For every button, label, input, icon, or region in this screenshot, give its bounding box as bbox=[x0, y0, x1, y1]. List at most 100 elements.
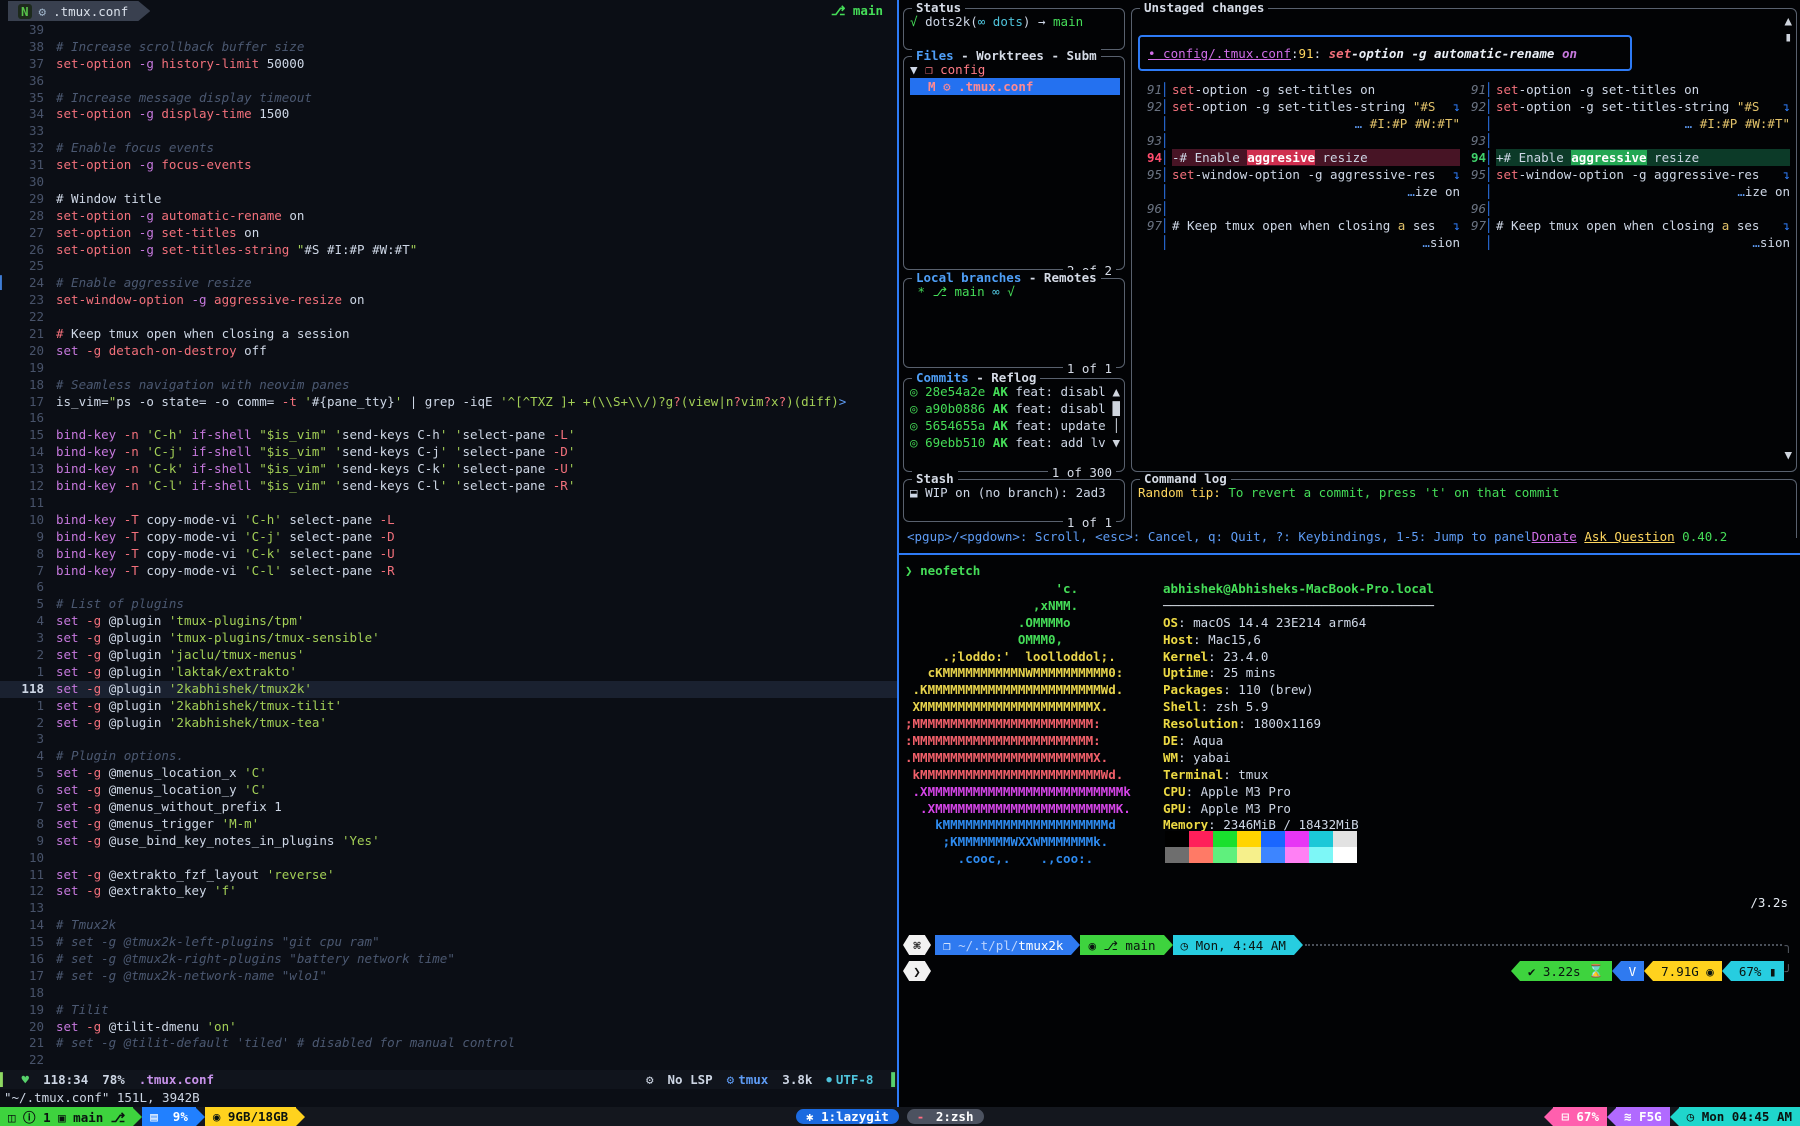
nvim-pane[interactable]: N ⚙ .tmux.conf ⎇ main 39 38# Increase sc… bbox=[0, 0, 897, 1107]
editor-line[interactable]: 5# List of plugins bbox=[0, 596, 897, 613]
editor-lines[interactable]: 39 38# Increase scrollback buffer size 3… bbox=[0, 22, 897, 1069]
editor-line[interactable]: 16# set -g @tmux2k-right-plugins "batter… bbox=[0, 951, 897, 968]
editor-line[interactable]: 10bind-key -T copy-mode-vi 'C-h' select-… bbox=[0, 512, 897, 529]
list-item[interactable]: ▼ ❐ config bbox=[910, 61, 1120, 78]
editor-line[interactable]: 118set -g @plugin '2kabhishek/tmux2k' bbox=[0, 681, 897, 698]
editor-line[interactable]: 14# Tmux2k bbox=[0, 917, 897, 934]
editor-line[interactable]: 26set-option -g set-titles-string "#S #I… bbox=[0, 242, 897, 259]
editor-line[interactable]: 8bind-key -T copy-mode-vi 'C-k' select-p… bbox=[0, 546, 897, 563]
editor-line[interactable]: 15bind-key -n 'C-h' if-shell "$is_vim" '… bbox=[0, 427, 897, 444]
editor-line[interactable]: 7set -g @menus_without_prefix 1 bbox=[0, 799, 897, 816]
editor-line[interactable]: 32# Enable focus events bbox=[0, 140, 897, 157]
editor-line[interactable]: 1set -g @plugin '2kabhishek/tmux-tilit' bbox=[0, 698, 897, 715]
lazygit-keybindings-bar[interactable]: <pgup>/<pgdown>: Scroll, <esc>: Cancel, … bbox=[907, 529, 1795, 544]
scroll-down-arrow[interactable]: ▼ bbox=[1784, 447, 1792, 462]
list-item[interactable]: ◎ a90b0886 AK feat: disabl█ bbox=[910, 400, 1120, 417]
editor-line[interactable]: 18# Seamless navigation with neovim pane… bbox=[0, 377, 897, 394]
editor-line[interactable]: 17is_vim="ps -o state= -o comm= -t '#{pa… bbox=[0, 394, 897, 411]
editor-line[interactable]: 13bind-key -n 'C-k' if-shell "$is_vim" '… bbox=[0, 461, 897, 478]
lazygit-unstaged-panel[interactable]: Unstaged changes • config/.tmux.conf:91:… bbox=[1131, 8, 1797, 472]
buffer-tab[interactable]: N ⚙ .tmux.conf bbox=[8, 1, 150, 21]
editor-line[interactable]: 18 bbox=[0, 985, 897, 1002]
list-item[interactable]: * ⎇ main ∞ √ bbox=[910, 283, 1120, 300]
editor-line[interactable]: 35# Increase message display timeout bbox=[0, 90, 897, 107]
list-item[interactable]: ◎ 28e54a2e AK feat: disabl▲ bbox=[910, 383, 1120, 400]
editor-line[interactable]: 8set -g @menus_trigger 'M-m' bbox=[0, 816, 897, 833]
editor-line[interactable]: 39 bbox=[0, 22, 897, 39]
palette-swatch bbox=[1213, 831, 1237, 847]
editor-line[interactable]: 25 bbox=[0, 258, 897, 275]
editor-line[interactable]: 10 bbox=[0, 850, 897, 867]
scrollbar-glyph[interactable]: ▲ bbox=[1110, 383, 1120, 400]
editor-line[interactable]: 4# Plugin options. bbox=[0, 748, 897, 765]
editor-line[interactable]: 2set -g @plugin 'jaclu/tmux-menus' bbox=[0, 647, 897, 664]
lazygit-stash-panel[interactable]: Stash ⬓ WIP on (no branch): 2ad3 1 of 1 bbox=[903, 479, 1125, 522]
editor-line[interactable]: 27set-option -g set-titles on bbox=[0, 225, 897, 242]
lazygit-pane[interactable]: Status √ dots2k(∞ dots) → main Files - W… bbox=[899, 0, 1800, 553]
editor-line[interactable]: 19 bbox=[0, 360, 897, 377]
editor-line[interactable]: 12set -g @extrakto_key 'f' bbox=[0, 883, 897, 900]
editor-line[interactable]: 1set -g @plugin 'laktak/extrakto' bbox=[0, 664, 897, 681]
scroll-up-arrow[interactable]: ▲ bbox=[1784, 13, 1792, 28]
editor-line[interactable]: 15# set -g @tmux2k-left-plugins "git cpu… bbox=[0, 934, 897, 951]
editor-line[interactable]: 17# set -g @tmux2k-network-name "wlo1" bbox=[0, 968, 897, 985]
selected-file-row[interactable]: M ⚙ .tmux.conf bbox=[910, 78, 1120, 95]
stash-row[interactable]: ⬓ WIP on (no branch): 2ad3 bbox=[910, 484, 1120, 501]
editor-line[interactable]: 30 bbox=[0, 174, 897, 191]
scrollbar-glyph[interactable]: █ bbox=[1110, 400, 1120, 417]
editor-line[interactable]: 3 bbox=[0, 731, 897, 748]
editor-line[interactable]: 23set-window-option -g aggressive-resize… bbox=[0, 292, 897, 309]
editor-line[interactable]: 22 bbox=[0, 1052, 897, 1069]
editor-line[interactable]: 13 bbox=[0, 900, 897, 917]
editor-line[interactable]: 9set -g @use_bind_key_notes_in_plugins '… bbox=[0, 833, 897, 850]
scrollbar-thumb[interactable]: ▮ bbox=[1784, 29, 1792, 44]
lazygit-status-panel[interactable]: Status √ dots2k(∞ dots) → main bbox=[903, 8, 1125, 50]
diff-file-header[interactable]: • config/.tmux.conf:91: set-option -g au… bbox=[1138, 35, 1632, 71]
tmux-window-tab-2-zsh[interactable]: - 2:zsh bbox=[907, 1109, 984, 1124]
editor-line[interactable]: 16 bbox=[0, 410, 897, 427]
tmux-window-list: ✱ 1:lazygit - 2:zsh bbox=[796, 1109, 984, 1124]
editor-line[interactable]: 29# Window title bbox=[0, 191, 897, 208]
list-item[interactable]: ◎ 69ebb510 AK feat: add lv▼ bbox=[910, 434, 1120, 451]
lazygit-commits-panel[interactable]: Commits - Reflog ◎ 28e54a2e AK feat: dis… bbox=[903, 378, 1125, 472]
editor-line[interactable]: 34set-option -g display-time 1500 bbox=[0, 106, 897, 123]
editor-line[interactable]: 14bind-key -n 'C-j' if-shell "$is_vim" '… bbox=[0, 444, 897, 461]
lazygit-branches-panel[interactable]: Local branches - Remotes * ⎇ main ∞ √ 1 … bbox=[903, 278, 1125, 368]
list-item[interactable]: ◎ 5654655a AK feat: update│ bbox=[910, 417, 1120, 434]
editor-line[interactable]: 21# Keep tmux open when closing a sessio… bbox=[0, 326, 897, 343]
diff-line: ▏…ize on bbox=[1462, 183, 1790, 200]
editor-line[interactable]: 33 bbox=[0, 123, 897, 140]
editor-line[interactable]: 11 bbox=[0, 495, 897, 512]
editor-line[interactable]: 7bind-key -T copy-mode-vi 'C-l' select-p… bbox=[0, 563, 897, 580]
scrollbar-glyph[interactable]: │ bbox=[1110, 417, 1120, 434]
scrollbar-glyph[interactable]: ▼ bbox=[1110, 434, 1120, 451]
editor-line[interactable]: ▎24# Enable aggressive resize bbox=[0, 275, 897, 292]
editor-line[interactable]: 19# Tilit bbox=[0, 1002, 897, 1019]
editor-line[interactable]: 6 bbox=[0, 579, 897, 596]
stash-count: 1 of 1 bbox=[1063, 515, 1116, 530]
tmux-window-tab-1-lazygit[interactable]: ✱ 1:lazygit bbox=[796, 1109, 899, 1124]
editor-line[interactable]: 4set -g @plugin 'tmux-plugins/tpm' bbox=[0, 613, 897, 630]
editor-line[interactable]: 20set -g detach-on-destroy off bbox=[0, 343, 897, 360]
diff-line: 92▏set-option -g set-titles-string "#S↴ bbox=[1138, 98, 1460, 115]
editor-line[interactable]: 2set -g @plugin '2kabhishek/tmux-tea' bbox=[0, 715, 897, 732]
editor-line[interactable]: 38# Increase scrollback buffer size bbox=[0, 39, 897, 56]
editor-line[interactable]: 31set-option -g focus-events bbox=[0, 157, 897, 174]
editor-line[interactable]: 21# set -g @tilit-default 'tiled' # disa… bbox=[0, 1035, 897, 1052]
editor-line[interactable]: 36 bbox=[0, 73, 897, 90]
editor-line[interactable]: 9bind-key -T copy-mode-vi 'C-j' select-p… bbox=[0, 529, 897, 546]
editor-line[interactable]: 5set -g @menus_location_x 'C' bbox=[0, 765, 897, 782]
lazygit-files-panel[interactable]: Files - Worktrees - Subm ▼ ❐ configM ⚙ .… bbox=[903, 56, 1125, 270]
editor-line[interactable]: 37set-option -g history-limit 50000 bbox=[0, 56, 897, 73]
editor-line[interactable]: 6set -g @menus_location_y 'C' bbox=[0, 782, 897, 799]
editor-line[interactable]: 11set -g @extrakto_fzf_layout 'reverse' bbox=[0, 867, 897, 884]
editor-line[interactable]: 22 bbox=[0, 309, 897, 326]
prompt-line-input[interactable]: ❯ ✔ 3.22s ⌛V7.91G ◉67% ▮ ╯ bbox=[903, 961, 1792, 981]
editor-line[interactable]: 3set -g @plugin 'tmux-plugins/tmux-sensi… bbox=[0, 630, 897, 647]
editor-line[interactable]: 28set-option -g automatic-rename on bbox=[0, 208, 897, 225]
neofetch-field: GPU: Apple M3 Pro bbox=[1163, 801, 1434, 818]
editor-line[interactable]: 12bind-key -n 'C-l' if-shell "$is_vim" '… bbox=[0, 478, 897, 495]
editor-line[interactable]: 20set -g @tilit-dmenu 'on' bbox=[0, 1019, 897, 1036]
palette-swatch bbox=[1261, 831, 1285, 847]
zsh-pane[interactable]: ❯ neofetch 'c. ,xNMM. .OMMMMo OMMM0, .;l… bbox=[899, 555, 1800, 1107]
